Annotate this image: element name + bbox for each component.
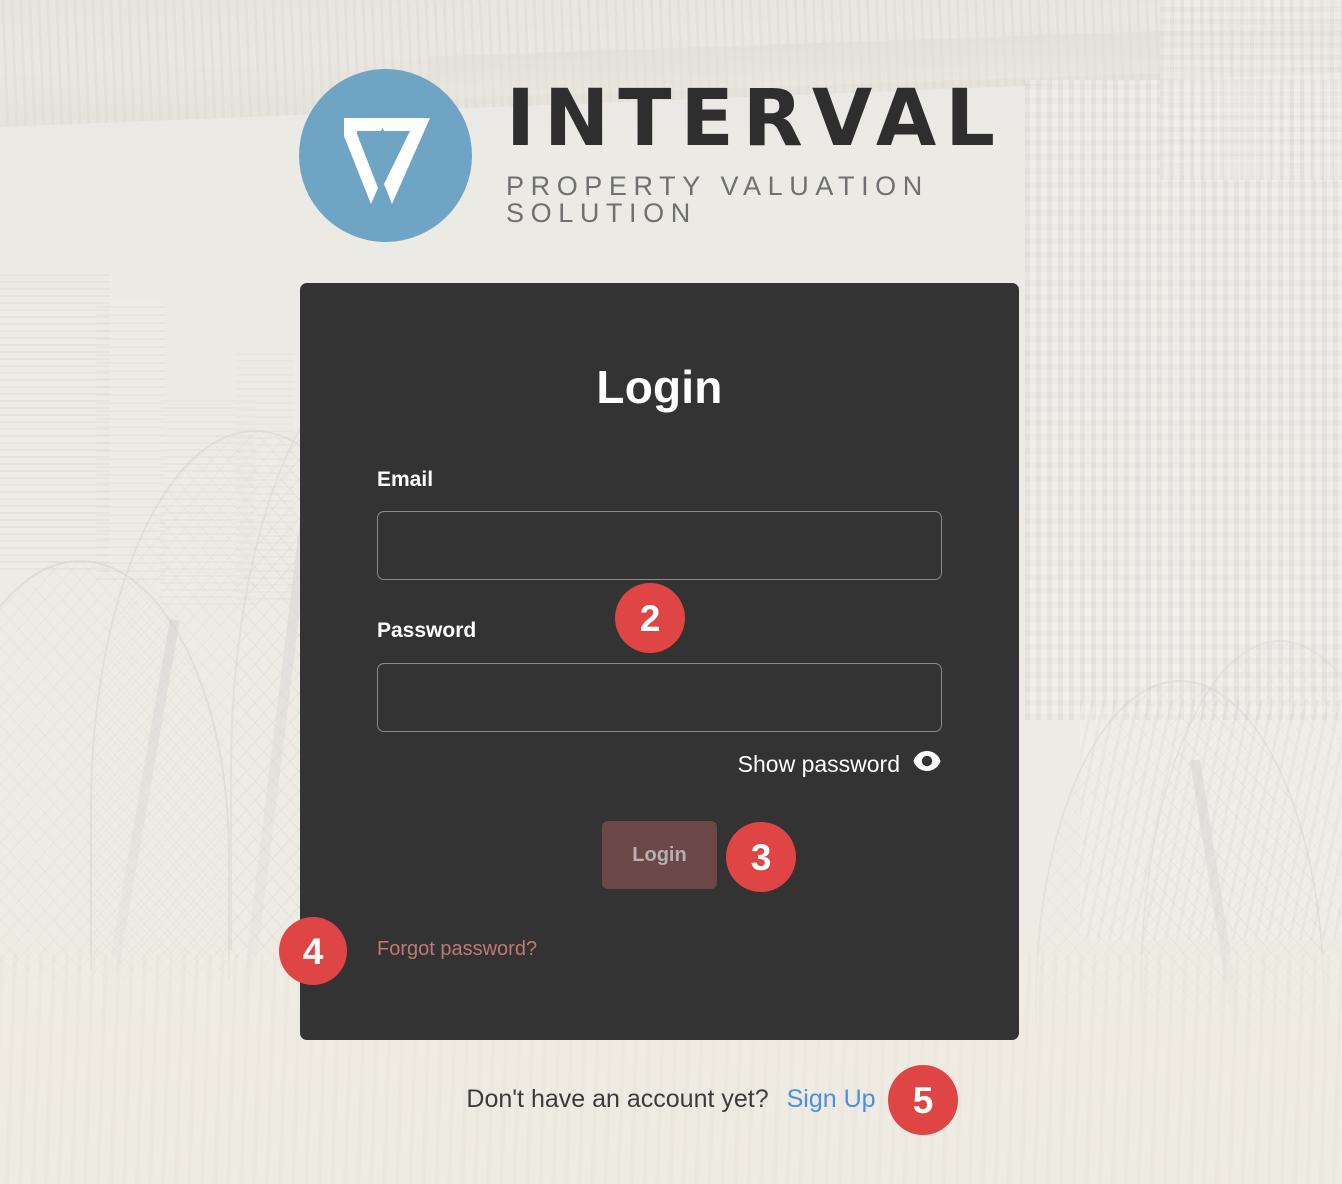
page-title: Login: [596, 361, 723, 413]
login-card: Login Email Password Show password Login…: [300, 283, 1019, 1040]
brand-wordmark: INTERVAL PROPERTY VALUATION SOLUTION: [506, 80, 1024, 231]
show-password-toggle[interactable]: Show password: [738, 750, 942, 778]
brand-tagline: PROPERTY VALUATION SOLUTION: [506, 171, 929, 228]
eye-icon[interactable]: [912, 750, 942, 778]
email-input[interactable]: [377, 511, 942, 580]
show-password-label: Show password: [737, 750, 900, 777]
login-page: INTERVAL PROPERTY VALUATION SOLUTION Log…: [0, 0, 1342, 1184]
forgot-password-link[interactable]: Forgot password?: [377, 938, 537, 961]
password-input[interactable]: [377, 663, 942, 732]
annotation-badge-2: 2: [615, 583, 685, 653]
brand-name: INTERVAL: [506, 74, 1004, 164]
interval-iv-monogram-icon: [299, 69, 472, 242]
annotation-badge-4: 4: [279, 917, 347, 985]
annotation-badge-3: 3: [726, 822, 796, 892]
annotation-badge-5: 5: [888, 1065, 958, 1135]
email-label: Email: [377, 468, 434, 491]
login-button[interactable]: Login: [602, 821, 717, 889]
brand-lockup: INTERVAL PROPERTY VALUATION SOLUTION: [299, 68, 1024, 243]
signup-prompt: Don't have an account yet?: [466, 1085, 769, 1113]
password-label: Password: [377, 619, 477, 642]
sign-up-link[interactable]: Sign Up: [787, 1085, 876, 1114]
signup-row: Don't have an account yet? Sign Up: [0, 1085, 1342, 1114]
